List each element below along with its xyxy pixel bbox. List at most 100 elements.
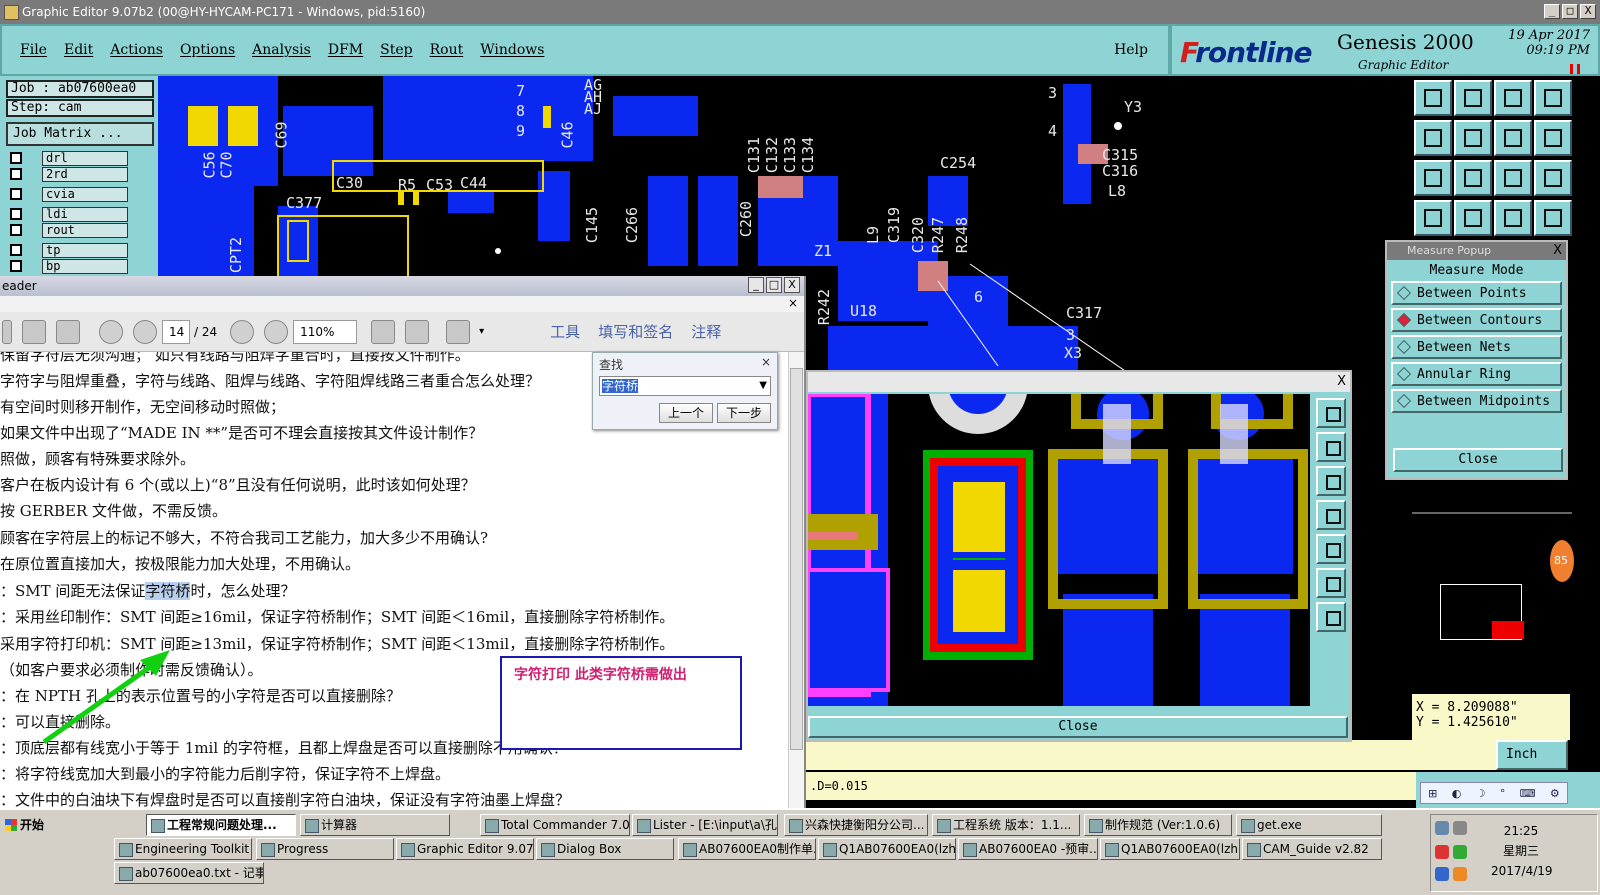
zoom-out-icon[interactable] [230,319,255,344]
menu-analysis[interactable]: Analysis [252,42,311,58]
fit-width-icon[interactable] [405,319,430,344]
layer-row[interactable]: tp [10,242,128,258]
ime-toolbar[interactable]: ⊞ ◐ ☽ ° ⌨ ⚙ [1420,782,1568,804]
zoom-tool-button[interactable] [1316,432,1346,462]
tray-icon[interactable] [1453,845,1467,859]
reader-comment-link[interactable]: 注释 [691,321,721,342]
fullscreen-icon[interactable] [446,319,471,344]
close-button[interactable]: X [784,277,800,293]
reader-scrollbar[interactable] [788,352,804,808]
reader-fill-sign-link[interactable]: 填写和签名 [598,321,673,342]
scrollbar-thumb[interactable] [790,368,803,750]
taskbar-item[interactable]: Q1AB07600EA0(lzhu... [818,838,956,860]
tool-button[interactable] [1494,160,1532,196]
zoom-in-icon[interactable] [264,319,289,344]
zoom-tool-button[interactable] [1316,398,1346,428]
taskbar-item[interactable]: ab07600ea0.txt - 记事本 [114,862,264,884]
page-down-icon[interactable] [133,319,157,344]
tool-button[interactable] [1414,80,1452,116]
print-icon[interactable] [22,319,46,344]
close-icon[interactable]: X [1553,242,1562,260]
zoom-tool-button[interactable] [1316,466,1346,496]
menu-help[interactable]: Help [1114,42,1148,58]
tool-button[interactable] [1534,200,1572,236]
close-icon[interactable]: × [761,355,771,369]
close-icon[interactable]: X [1337,374,1346,389]
maximize-button[interactable]: □ [1562,4,1578,19]
minimize-button[interactable]: _ [1544,4,1560,19]
layer-row[interactable]: cvia [10,186,128,202]
layer-row[interactable]: 2rd [10,166,128,182]
taskbar-item[interactable]: 兴森快捷衡阳分公司... [784,814,928,836]
find-prev-button[interactable]: 上一个 [658,403,713,423]
minimize-button[interactable]: _ [748,277,764,293]
tool-button[interactable] [1414,160,1452,196]
tool-button[interactable] [1414,200,1452,236]
layer-checkbox[interactable] [10,168,22,180]
menu-options[interactable]: Options [180,42,235,58]
maximize-button[interactable]: □ [766,277,782,293]
tray-icon[interactable] [1435,821,1449,835]
taskbar-item[interactable]: AB07600EA0制作单... [678,838,816,860]
taskbar-item[interactable]: 工程系统 版本：1.1... [932,814,1080,836]
layer-checkbox[interactable] [10,188,22,200]
close-button[interactable]: X [1580,4,1596,19]
taskbar-item[interactable]: 计算器 [300,814,450,836]
tool-button[interactable] [1414,120,1452,156]
zoom-tool-button[interactable] [1316,602,1346,632]
menu-file[interactable]: File [20,42,47,58]
clock[interactable]: 21:25 星期三 2017/4/19 [1491,821,1553,881]
taskbar-item[interactable]: Q1AB07600EA0(lzhu... [1100,838,1240,860]
page-number-input[interactable]: 14 [162,319,190,344]
layer-checkbox[interactable] [10,152,22,164]
taskbar-item[interactable]: Progress [256,838,394,860]
layer-row[interactable]: rout [10,222,128,238]
measure-option[interactable]: Annular Ring [1391,362,1562,386]
menu-windows[interactable]: Windows [480,42,544,58]
tool-button[interactable] [1534,80,1572,116]
taskbar-item[interactable]: Dialog Box [536,838,674,860]
taskbar-item[interactable]: AB07600EA0 -预审... [958,838,1098,860]
zoom-tool-button[interactable] [1316,568,1346,598]
layer-checkbox[interactable] [10,260,22,272]
chevron-down-icon[interactable]: ▼ [759,377,767,395]
tool-button[interactable] [1454,160,1492,196]
zoom-view[interactable] [808,394,1310,706]
menu-dfm[interactable]: DFM [328,42,363,58]
annotation-box[interactable]: 字符打印 此类字符桥需做出 [500,656,742,750]
tool-button[interactable] [1454,200,1492,236]
taskbar-item[interactable]: 制作规范 (Ver:1.0.6) [1084,814,1232,836]
mail-icon[interactable] [56,319,80,344]
measure-close-button[interactable]: Close [1393,448,1563,472]
tray-icon[interactable] [1453,821,1467,835]
taskbar-item[interactable]: get.exe [1236,814,1382,836]
taskbar-item[interactable]: Lister - [E:\input\a\孔... [632,814,778,836]
floating-badge[interactable]: 85 [1550,540,1574,582]
units-selector[interactable]: Inch [1496,740,1568,770]
taskbar-item[interactable]: Total Commander 7.0 p... [480,814,630,836]
tool-button[interactable] [1494,120,1532,156]
close-icon[interactable]: × [788,296,798,310]
find-input[interactable]: 字符桥 ▼ [599,376,771,396]
zoom-tool-button[interactable] [1316,500,1346,530]
zoom-select[interactable]: 110% [293,319,358,344]
measure-option[interactable]: Between Contours [1391,308,1562,332]
tray-icon[interactable] [1453,867,1467,881]
page-up-icon[interactable] [99,319,123,344]
tool-button[interactable] [1454,80,1492,116]
layer-row[interactable]: ldi [10,206,128,222]
save-icon[interactable] [2,319,12,344]
layer-checkbox[interactable] [10,224,22,236]
pause-icon[interactable] [1570,64,1580,74]
find-next-button[interactable]: 下一步 [716,403,771,423]
layer-row[interactable]: drl [10,150,128,166]
zoom-close-button[interactable]: Close [808,716,1348,738]
chevron-down-icon[interactable]: ▾ [479,326,484,337]
taskbar-item[interactable]: Graphic Editor 9.07b... [396,838,534,860]
overview-minimap[interactable] [1412,512,1572,692]
measure-option[interactable]: Between Nets [1391,335,1562,359]
tool-button[interactable] [1494,80,1532,116]
zoom-tool-button[interactable] [1316,534,1346,564]
tool-button[interactable] [1454,120,1492,156]
tool-button[interactable] [1534,160,1572,196]
